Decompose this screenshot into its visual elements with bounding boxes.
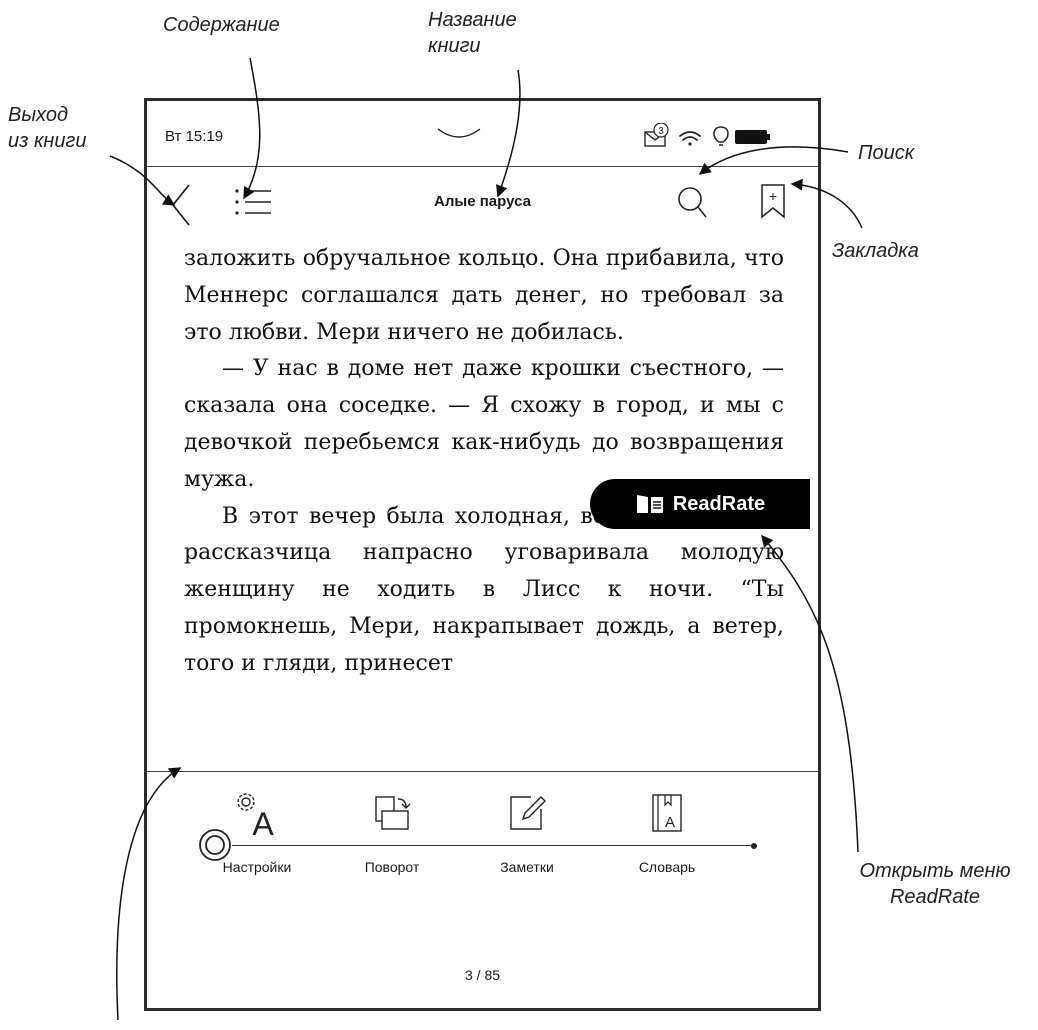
dictionary-book-icon: A [652, 794, 682, 832]
rotate-button[interactable]: Поворот [332, 791, 452, 875]
callout-contents: Содержание [163, 14, 280, 36]
notes-button[interactable]: Заметки [467, 791, 587, 875]
mail-count: 3 [658, 126, 664, 137]
font-settings-icon: A [237, 793, 274, 837]
dictionary-label: Словарь [638, 859, 696, 875]
book-title: Алые паруса [434, 193, 531, 210]
notes-pencil-icon [510, 796, 546, 830]
callout-readrate: Открыть меню ReadRate [859, 860, 1011, 908]
callout-bookmark: Закладка [832, 240, 919, 262]
status-time: Вт 15:19 [165, 128, 224, 145]
rotate-icon [375, 796, 411, 830]
status-icons: 3 [644, 123, 770, 147]
progress-track[interactable] [232, 845, 754, 846]
dictionary-button[interactable]: A Словарь [607, 791, 727, 875]
status-divider [147, 166, 818, 167]
frontlight-icon [713, 126, 729, 146]
text-bottom-divider [147, 771, 818, 772]
text-paragraph: заложить обручальное кольцо. Она прибави… [184, 246, 784, 345]
callout-book-title: Название книги [428, 9, 517, 57]
bookmark-icon[interactable]: + [760, 183, 786, 219]
slider-thumb[interactable] [197, 827, 233, 863]
track-end-dot [751, 843, 757, 849]
search-icon[interactable] [676, 185, 708, 219]
svg-text:A: A [252, 806, 274, 837]
readrate-book-icon [636, 495, 663, 513]
callout-search: Поиск [858, 142, 915, 164]
wifi-icon [679, 131, 701, 146]
svg-text:A: A [665, 814, 675, 831]
rotate-label: Поворот [364, 859, 420, 875]
svg-text:+: + [769, 188, 777, 204]
callout-exit: Выход из книги [8, 104, 87, 152]
reader-screen: Вт 15:19 3 Алые паруса + заложить обруча… [144, 98, 821, 1011]
readrate-button[interactable]: ReadRate [590, 479, 810, 529]
text-paragraph: — У нас в доме нет даже крошки съестного… [184, 356, 784, 492]
mail-icon: 3 [644, 123, 669, 147]
page-counter: 3 / 85 [464, 967, 501, 983]
notes-label: Заметки [500, 859, 554, 875]
battery-icon [735, 130, 770, 144]
pull-down-chevron-icon[interactable] [437, 127, 481, 141]
readrate-label: ReadRate [672, 492, 766, 515]
